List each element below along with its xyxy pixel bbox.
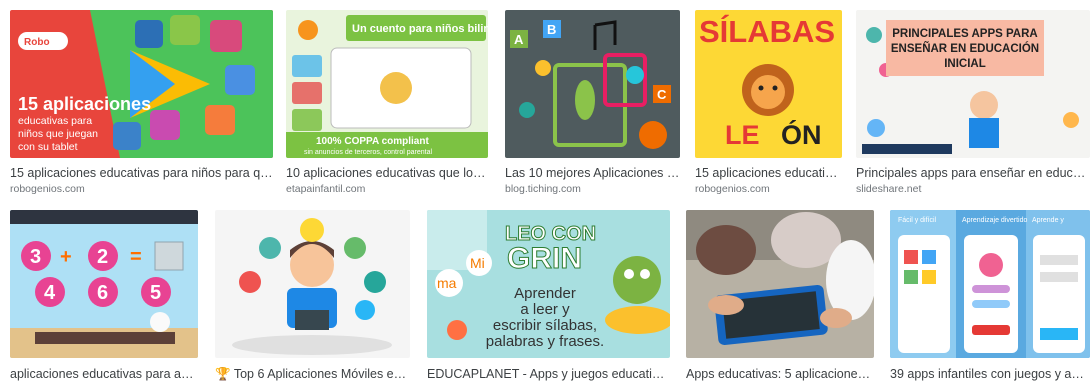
svg-text:ÓN: ÓN [781,119,822,150]
result-caption[interactable]: 15 aplicaciones educativas para niños pa… [10,165,273,181]
leo-con-grin-image: LEO CON GRIN Aprender a leer y escribir … [427,210,670,358]
result-source: robogenios.com [695,183,770,195]
result-thumbnail[interactable] [686,210,874,358]
result-thumbnail[interactable]: PRINCIPALES APPS PARA ENSEÑAR EN EDUCACI… [856,10,1090,158]
svg-text:Aprende y: Aprende y [1032,217,1064,224]
svg-text:escribir sílabas,: escribir sílabas, [493,317,597,334]
result-thumbnail[interactable]: Robo 15 aplicaciones educativas para niñ… [10,10,273,158]
result-thumbnail[interactable] [215,210,410,358]
apps-collage-image: Robo 15 aplicaciones educativas para niñ… [10,10,273,158]
svg-text:Fácil y difícil: Fácil y difícil [898,217,937,224]
svg-text:SÍLABAS: SÍLABAS [699,14,835,49]
kids-with-tablets-photo [686,210,874,358]
svg-text:C: C [657,87,667,102]
result-source: slideshare.net [856,183,922,195]
result-source: robogenios.com [10,183,85,195]
svg-text:GRIN: GRIN [507,242,582,275]
result-thumbnail[interactable]: SÍLABAS LE ÓN [695,10,842,158]
svg-text:=: = [130,246,142,268]
svg-text:PRINCIPALES APPS PARA: PRINCIPALES APPS PARA [892,28,1037,40]
svg-text:Robo: Robo [24,37,50,48]
svg-text:niños que juegan: niños que juegan [18,128,98,140]
school-icons-image: A B C [505,10,680,158]
result-caption[interactable]: 15 aplicaciones educativas... [695,165,842,181]
result-thumbnail[interactable]: Un cuento para niños bilingües 100% COPP… [286,10,488,158]
result-card[interactable]: 3 + 2 = 4 6 5 aplicaciones educativas pa… [10,210,198,382]
result-card[interactable]: A B C Las 10 mejores Aplicaciones educ..… [505,10,680,195]
result-thumbnail[interactable]: LEO CON GRIN Aprender a leer y escribir … [427,210,670,358]
svg-text:100% COPPA compliant: 100% COPPA compliant [316,136,429,147]
svg-text:2: 2 [97,246,108,268]
svg-text:educativas para: educativas para [18,115,92,127]
svg-text:Un cuento para niños bilingües: Un cuento para niños bilingües [352,23,488,35]
result-thumbnail[interactable]: 3 + 2 = 4 6 5 [10,210,198,358]
storybook-app-image: Un cuento para niños bilingües 100% COPP… [286,10,488,158]
svg-text:3: 3 [30,246,41,268]
result-caption[interactable]: aplicaciones educativas para aprend... [10,366,198,382]
svg-text:4: 4 [44,282,56,304]
svg-text:INICIAL: INICIAL [944,58,986,70]
result-card[interactable]: LEO CON GRIN Aprender a leer y escribir … [427,210,670,382]
result-thumbnail[interactable]: Fácil y difícil Aprendizaje divertido Ap… [890,210,1090,358]
result-caption[interactable]: 10 aplicaciones educativas que los niñ..… [286,165,488,181]
result-caption[interactable]: 🏆 Top 6 Aplicaciones Móviles educati... [215,366,410,382]
result-card[interactable]: 🏆 Top 6 Aplicaciones Móviles educati... [215,210,410,382]
trophy-icon: 🏆 [215,367,231,381]
result-source: etapainfantil.com [286,183,366,195]
result-source: blog.tiching.com [505,183,581,195]
result-card[interactable]: PRINCIPALES APPS PARA ENSEÑAR EN EDUCACI… [856,10,1090,195]
thumb-text: 15 aplicaciones [18,94,151,114]
app-screenshots-image: Fácil y difícil Aprendizaje divertido Ap… [890,210,1090,358]
svg-text:palabras y frases.: palabras y frases. [486,333,604,350]
svg-text:6: 6 [97,282,108,304]
result-card[interactable]: Fácil y difícil Aprendizaje divertido Ap… [890,210,1090,382]
result-card[interactable]: Robo 15 aplicaciones educativas para niñ… [10,10,273,195]
result-card[interactable]: Un cuento para niños bilingües 100% COPP… [286,10,488,195]
svg-text:LE: LE [725,120,760,150]
result-caption[interactable]: Las 10 mejores Aplicaciones educ... [505,165,680,181]
result-caption[interactable]: Principales apps para enseñar en educaci… [856,165,1086,181]
svg-text:B: B [547,22,556,37]
svg-text:Aprender: Aprender [514,285,576,302]
svg-text:5: 5 [150,282,161,304]
svg-text:ENSEÑAR EN EDUCACIÓN: ENSEÑAR EN EDUCACIÓN [891,42,1039,55]
kids-apps-slide-image: PRINCIPALES APPS PARA ENSEÑAR EN EDUCACI… [856,10,1090,158]
svg-text:+: + [60,246,72,268]
svg-text:con su tablet: con su tablet [18,141,78,153]
svg-text:sin anuncios de terceros, cont: sin anuncios de terceros, control parent… [304,149,432,156]
syllables-lion-image: SÍLABAS LE ÓN [695,10,842,158]
svg-text:ma: ma [437,275,457,291]
svg-text:A: A [514,32,524,47]
math-game-image: 3 + 2 = 4 6 5 [10,210,198,358]
svg-text:a leer y: a leer y [520,301,570,318]
result-caption[interactable]: 39 apps infantiles con juegos y activida… [890,366,1088,382]
result-caption[interactable]: Apps educativas: 5 aplicaciones para... [686,366,874,382]
result-card[interactable]: SÍLABAS LE ÓN 15 aplicaciones educativas… [695,10,842,195]
svg-text:Mi: Mi [470,255,485,271]
svg-text:Aprendizaje divertido: Aprendizaje divertido [962,217,1027,224]
result-card[interactable]: Apps educativas: 5 aplicaciones para... [686,210,874,382]
result-caption[interactable]: EDUCAPLANET - Apps y juegos educativos p… [427,366,670,382]
student-tablet-image [215,210,410,358]
result-thumbnail[interactable]: A B C [505,10,680,158]
